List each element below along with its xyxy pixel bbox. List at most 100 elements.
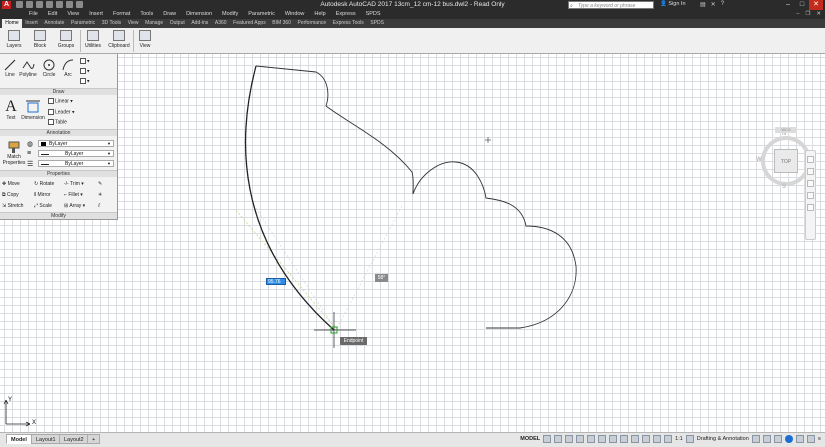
full-wheel-icon[interactable] xyxy=(807,156,814,163)
menu-edit[interactable]: Edit xyxy=(43,10,62,19)
close-icon[interactable]: ✕ xyxy=(809,0,823,10)
stretch-tool[interactable]: ⇲ Stretch xyxy=(2,203,23,209)
menu-tools[interactable]: Tools xyxy=(135,10,158,19)
compass-west[interactable]: W xyxy=(756,157,762,163)
circle-tool[interactable]: Circle xyxy=(40,58,58,78)
groups-button[interactable]: Groups xyxy=(55,29,77,53)
layers-button[interactable]: Layers xyxy=(3,29,25,53)
linetype-dropdown[interactable]: ByLayer ▼ xyxy=(38,150,114,157)
menu-view[interactable]: View xyxy=(62,10,84,19)
annotation-panel-title[interactable]: Annotation xyxy=(0,129,117,136)
linear-dimension-tool[interactable]: Linear ▾ xyxy=(48,98,73,104)
modify-panel-title[interactable]: Modify xyxy=(0,212,117,219)
annotation-scale[interactable]: 1:1 xyxy=(675,436,683,442)
search-input[interactable]: ⌕ Type a keyword or phrase xyxy=(568,1,654,9)
help-icon[interactable]: ? xyxy=(721,1,724,8)
menu-help[interactable]: Help xyxy=(309,10,330,19)
units-icon[interactable] xyxy=(751,435,760,443)
grid-icon[interactable] xyxy=(543,435,552,443)
outline-right[interactable] xyxy=(412,161,577,329)
lock-ui-icon[interactable] xyxy=(773,435,782,443)
erase-tool[interactable]: ✎ xyxy=(98,181,102,187)
scale-tool[interactable]: ⤢ Scale xyxy=(34,203,52,209)
exchange-icon[interactable]: ✕ xyxy=(711,1,716,8)
rotate-tool[interactable]: ↻ Rotate xyxy=(34,181,54,187)
draw-panel-title[interactable]: Draw xyxy=(0,88,117,95)
sign-in-button[interactable]: 👤 Sign In xyxy=(660,1,686,7)
properties-panel-title[interactable]: Properties xyxy=(0,170,117,177)
hatch-tool[interactable]: ▾ xyxy=(80,68,90,74)
layout-tab-layout1[interactable]: Layout1 xyxy=(31,434,61,444)
osnap-icon[interactable] xyxy=(609,435,618,443)
tab-insert[interactable]: Insert xyxy=(22,19,41,28)
polar-icon[interactable] xyxy=(576,435,585,443)
tab-a360[interactable]: A360 xyxy=(212,19,230,28)
utilities-button[interactable]: Utilities xyxy=(82,29,104,53)
lineweight-display-icon[interactable] xyxy=(620,435,629,443)
orbit-icon[interactable] xyxy=(807,192,814,199)
menu-window[interactable]: Window xyxy=(280,10,310,19)
wcs-menu[interactable]: WCS xyxy=(775,127,797,133)
drawing-canvas[interactable]: TOP N S E W WCS 95.76 58° Endpoint Y X xyxy=(0,54,825,432)
isolate-objects-icon[interactable] xyxy=(784,435,793,443)
menu-format[interactable]: Format xyxy=(108,10,135,19)
block-button[interactable]: Block xyxy=(29,29,51,53)
arc-left-edge[interactable] xyxy=(244,65,335,331)
tab-featured-apps[interactable]: Featured Apps xyxy=(230,19,269,28)
compass-south[interactable]: S xyxy=(782,184,786,190)
lineweight-dropdown[interactable]: ByLayer ▼ xyxy=(38,160,114,167)
tab-output[interactable]: Output xyxy=(166,19,188,28)
text-tool[interactable]: A Text xyxy=(2,99,20,122)
isodraft-icon[interactable] xyxy=(587,435,596,443)
menu-file[interactable]: File xyxy=(24,10,43,19)
layout-tab-layout2[interactable]: Layout2 xyxy=(59,434,89,444)
arc-tool[interactable]: Arc xyxy=(60,58,76,78)
doc-restore-icon[interactable]: ❐ xyxy=(805,10,810,19)
new-layout-button[interactable]: + xyxy=(87,434,101,444)
zoom-icon[interactable] xyxy=(807,180,814,187)
viewcube-top-face[interactable]: TOP xyxy=(774,149,798,173)
explode-tool[interactable]: ✳ xyxy=(98,192,102,198)
menu-parametric[interactable]: Parametric xyxy=(243,10,280,19)
layout-tab-model[interactable]: Model xyxy=(6,434,32,444)
tab-view[interactable]: View xyxy=(124,19,141,28)
annotation-visibility-icon[interactable] xyxy=(664,435,673,443)
workspace-icon[interactable] xyxy=(685,435,694,443)
hardware-acceleration-icon[interactable] xyxy=(795,435,804,443)
line-tool[interactable]: Line xyxy=(2,58,18,78)
tab-express-tools[interactable]: Express Tools xyxy=(329,19,367,28)
tab-add-ins[interactable]: Add-ins xyxy=(188,19,212,28)
tab-parametric[interactable]: Parametric xyxy=(68,19,99,28)
dimension-tool[interactable]: Dimension xyxy=(20,99,46,121)
table-tool[interactable]: Table xyxy=(48,119,67,125)
menu-dimension[interactable]: Dimension xyxy=(181,10,217,19)
clean-screen-icon[interactable] xyxy=(806,435,815,443)
menu-express[interactable]: Express xyxy=(331,10,361,19)
array-tool[interactable]: ⊞ Array ▾ xyxy=(64,203,85,209)
tab-home[interactable]: Home xyxy=(2,19,22,28)
customization-icon[interactable]: ≡ xyxy=(818,436,821,442)
view-button[interactable]: View xyxy=(135,29,155,53)
tab-spds[interactable]: SPDS xyxy=(367,19,387,28)
tab-bim-360[interactable]: BIM 360 xyxy=(269,19,294,28)
showmotion-icon[interactable] xyxy=(807,204,814,211)
osnap-tracking-icon[interactable] xyxy=(598,435,607,443)
menu-modify[interactable]: Modify xyxy=(217,10,243,19)
selection-cycling-icon[interactable] xyxy=(642,435,651,443)
menu-draw[interactable]: Draw xyxy=(158,10,181,19)
menu-spds[interactable]: SPDS xyxy=(361,10,386,19)
tab-annotate[interactable]: Annotate xyxy=(41,19,68,28)
doc-close-icon[interactable]: ✕ xyxy=(816,10,821,19)
mirror-tool[interactable]: ⫴ Mirror xyxy=(34,192,51,198)
outline-upper[interactable] xyxy=(255,65,414,195)
match-properties-tool[interactable]: Match Properties xyxy=(2,140,26,166)
pan-icon[interactable] xyxy=(807,168,814,175)
maximize-icon[interactable]: □ xyxy=(795,0,809,10)
polyline-tool[interactable]: Polyline xyxy=(18,58,38,78)
transparency-icon[interactable] xyxy=(631,435,640,443)
quick-properties-icon[interactable] xyxy=(762,435,771,443)
ortho-icon[interactable] xyxy=(565,435,574,443)
dynamic-distance-input[interactable]: 95.76 xyxy=(266,278,286,285)
tab-manage[interactable]: Manage xyxy=(142,19,167,28)
workspace-switch[interactable]: Drafting & Annotation xyxy=(697,436,749,442)
